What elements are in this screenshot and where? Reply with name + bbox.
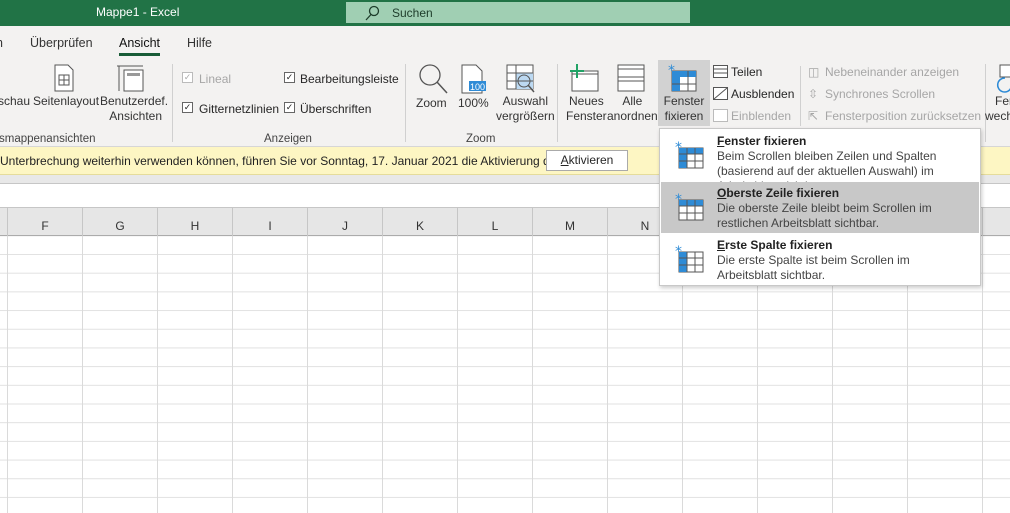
menu-item-title: Fenster fixieren: [717, 134, 807, 148]
freeze-label-1: Fenster: [663, 94, 705, 108]
gridlines-checkbox[interactable]: ✓: [182, 102, 193, 113]
arrange-all-icon: [617, 64, 645, 92]
new-window-label-2: Fenster: [566, 109, 607, 123]
gridlines-label: Gitternetzlinien: [199, 102, 280, 116]
menu-item-freeze-first-column[interactable]: * Erste Spalte fixieren Die erste Spalte i…: [661, 234, 979, 285]
search-placeholder: Suchen: [392, 6, 433, 20]
split-icon: [713, 65, 728, 78]
zoom-selection-label-2: vergrößern: [496, 109, 555, 123]
freeze-label-2: fixieren: [664, 109, 704, 123]
svg-text:*: *: [675, 140, 682, 156]
svg-text:*: *: [675, 192, 682, 208]
arrange-all-label-1: Alle: [622, 94, 643, 108]
freeze-freeze-first-column-icon: *: [675, 244, 704, 273]
sync-scroll-icon: ⇳: [808, 87, 819, 101]
formula-bar-label: Bearbeitungsleiste: [300, 72, 399, 86]
menu-item-freeze-top-row[interactable]: * Oberste Zeile fixieren Die oberste Zeile…: [661, 182, 979, 233]
headings-label: Überschriften: [300, 102, 372, 116]
freeze-panes-icon: *: [668, 63, 697, 92]
activation-message: Unterbrechung weiterhin verwenden können…: [0, 154, 577, 168]
search-box[interactable]: Suchen: [346, 2, 690, 23]
column-header-m[interactable]: M: [533, 208, 608, 236]
tab-view[interactable]: Ansicht: [119, 36, 160, 56]
switch-label-1: Fer: [995, 94, 1010, 108]
title-bar: Mappe1 - Excel Suchen: [0, 0, 1010, 26]
arrange-all-label-2: anordnen: [607, 109, 658, 123]
new-window-icon: [570, 64, 599, 92]
group-divider: [557, 64, 558, 142]
column-header-s[interactable]: S: [983, 208, 1010, 236]
freeze-panes-menu: * Fenster fixieren Beim Scrollen bleiben Z…: [659, 128, 981, 286]
search-icon: [365, 5, 380, 21]
headings-checkbox[interactable]: ✓: [284, 102, 295, 113]
page-layout-button[interactable]: Seitenlayout: [33, 94, 99, 109]
window-title: Mappe1 - Excel: [96, 5, 180, 19]
zoom-icon: [419, 64, 448, 94]
hide-button[interactable]: Ausblenden: [731, 87, 794, 101]
ruler-checkbox[interactable]: ✓: [182, 72, 193, 83]
side-by-side-icon: ◫: [808, 65, 820, 79]
zoom-100-icon: 100: [461, 64, 486, 94]
custom-views-label-1: Benutzerdef.: [100, 94, 169, 108]
synchronous-scrolling-button[interactable]: Synchrones Scrollen: [825, 87, 935, 101]
menu-item-title: Oberste Zeile fixieren: [717, 186, 840, 200]
column-header-g[interactable]: G: [83, 208, 158, 236]
hide-icon: [713, 87, 728, 100]
unhide-button[interactable]: Einblenden: [731, 109, 791, 123]
column-header-j[interactable]: J: [308, 208, 383, 236]
arrange-all-button[interactable]: Alle anordnen: [607, 94, 658, 124]
column-header-f[interactable]: F: [8, 208, 83, 236]
switch-windows-icon: [996, 64, 1010, 93]
freeze-freeze-top-row-icon: *: [675, 192, 704, 221]
ruler-label: Lineal: [199, 72, 232, 86]
tab-review[interactable]: Überprüfen: [30, 36, 93, 50]
column-header-i[interactable]: I: [233, 208, 308, 236]
zoom-to-selection-button[interactable]: Auswahl vergrößern: [496, 94, 555, 124]
custom-views-icon: [117, 65, 144, 92]
custom-views-button[interactable]: Benutzerdef. Ansichten: [100, 94, 169, 124]
menu-item-freeze-panes[interactable]: * Fenster fixieren Beim Scrollen bleiben Z…: [661, 130, 979, 193]
switch-windows-button[interactable]: Ferwech: [985, 94, 1010, 124]
new-window-label-1: Neues: [569, 94, 604, 108]
group-divider: [172, 64, 173, 142]
tab-help[interactable]: Hilfe: [187, 36, 212, 50]
group-divider: [405, 64, 406, 142]
unhide-icon: [713, 109, 728, 122]
activate-button[interactable]: Aktivieren: [546, 150, 628, 171]
column-header-partial[interactable]: [0, 208, 8, 236]
column-header-k[interactable]: K: [383, 208, 458, 236]
menu-item-title: Erste Spalte fixieren: [717, 238, 833, 252]
formula-bar-checkbox[interactable]: ✓: [284, 72, 295, 83]
switch-label-2: wech: [985, 109, 1010, 123]
zoom-100-button[interactable]: 100%: [458, 96, 489, 111]
view-side-by-side-button[interactable]: Nebeneinander anzeigen: [825, 65, 959, 79]
menu-item-description: Die oberste Zeile bleibt beim Scrollen i…: [717, 201, 932, 230]
menu-item-description: Die erste Spalte ist beim Scrollen im Ar…: [717, 253, 910, 282]
page-break-preview-button[interactable]: schau: [0, 94, 30, 109]
ribbon-tabs: n Überprüfen Ansicht Hilfe: [0, 26, 1010, 60]
zoom-button[interactable]: Zoom: [416, 96, 447, 111]
group-label-zoom: Zoom: [466, 133, 496, 145]
column-header-l[interactable]: L: [458, 208, 533, 236]
svg-text:*: *: [675, 244, 682, 260]
zoom-selection-label-1: Auswahl: [502, 94, 549, 108]
page-layout-icon: [54, 64, 74, 92]
column-header-h[interactable]: H: [158, 208, 233, 236]
tab-partial[interactable]: n: [0, 36, 3, 50]
group-divider: [800, 66, 801, 126]
freeze-freeze-panes-icon: *: [675, 140, 704, 169]
reset-position-icon: ⇱: [808, 109, 819, 123]
zoom-100-badge: 100: [470, 82, 485, 92]
group-label-workbook-views: smappenansichten: [0, 133, 96, 145]
reset-window-position-button[interactable]: Fensterposition zurücksetzen: [825, 109, 981, 123]
new-window-button[interactable]: Neues Fenster: [566, 94, 607, 124]
freeze-panes-button[interactable]: * Fensterfixieren ⌄: [658, 60, 710, 137]
split-button[interactable]: Teilen: [731, 65, 762, 79]
zoom-to-selection-icon: [506, 64, 535, 93]
custom-views-label-2: Ansichten: [109, 109, 162, 123]
group-label-show: Anzeigen: [264, 133, 312, 145]
svg-text:*: *: [668, 63, 675, 79]
